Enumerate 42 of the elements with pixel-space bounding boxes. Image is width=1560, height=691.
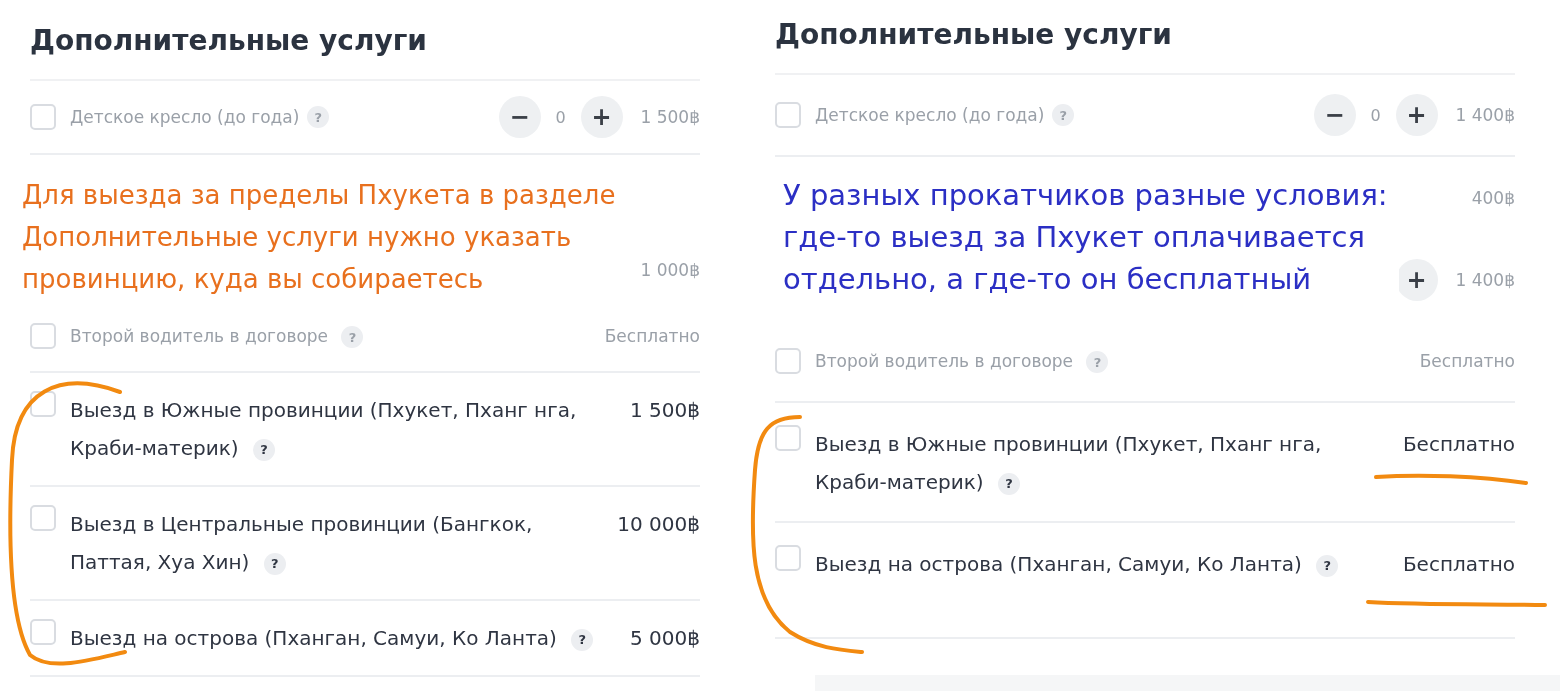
option-label: Второй водитель в договоре ? (70, 317, 364, 355)
price: 1 000฿ (640, 259, 700, 282)
section-title: Дополнительные услуги (30, 24, 428, 57)
plus-button[interactable]: + (580, 96, 623, 138)
option-label: Выезд на острова (Пханган, Самуи, Ко Ланта) ? (70, 619, 594, 657)
checkbox[interactable] (30, 323, 56, 349)
price: 5 000฿ (630, 625, 700, 652)
plus-button[interactable]: + (1395, 94, 1438, 136)
help-badge[interactable]: ? (1316, 554, 1339, 577)
section-title: Дополнительные услуги (775, 18, 1173, 51)
price: 1 400฿ (1455, 269, 1515, 292)
price: 1 500฿ (640, 106, 700, 129)
checkbox[interactable] (775, 102, 801, 128)
price: 400฿ (1471, 187, 1515, 210)
checkbox[interactable] (30, 104, 56, 130)
option-label: Второй водитель в договоре ? (815, 342, 1109, 380)
minus-button[interactable]: − (1313, 94, 1356, 136)
help-badge[interactable]: ? (263, 552, 286, 575)
price: Бесплатно (604, 325, 700, 348)
option-label: Детское кресло (до года) (815, 104, 1045, 127)
option-label: Выезд в Южные провинции (Пхукет, Пханг нга, Краби-материк) ? (815, 431, 1323, 497)
price: Бесплатно (1419, 350, 1515, 373)
checkbox[interactable] (30, 505, 56, 531)
checkbox[interactable] (775, 425, 801, 451)
count-value: 0 (1369, 105, 1382, 125)
price: Бесплатно (1402, 431, 1515, 458)
help-badge[interactable]: ? (252, 438, 275, 461)
price: 1 500฿ (630, 397, 700, 424)
price: 1 400฿ (1455, 104, 1515, 127)
minus-button[interactable]: − (498, 96, 541, 138)
count-value: 0 (554, 107, 567, 127)
option-label: Выезд на острова (Пханган, Самуи, Ко Ланта) ? (815, 545, 1339, 583)
help-badge[interactable]: ? (571, 628, 594, 651)
help-badge[interactable]: ? (997, 472, 1020, 495)
option-label: Выезд в Южные провинции (Пхукет, Пханг нга, Краби-материк) ? (70, 397, 578, 463)
option-label: Детское кресло (до года) (70, 106, 300, 129)
price: Бесплатно (1402, 551, 1515, 578)
price: 10 000฿ (617, 511, 700, 538)
option-label: Выезд в Центральные провинции (Бангкок, Паттая, Хуа Хин) ? (70, 511, 534, 577)
checkbox[interactable] (775, 348, 801, 374)
checkbox[interactable] (30, 619, 56, 645)
checkbox[interactable] (775, 545, 801, 571)
